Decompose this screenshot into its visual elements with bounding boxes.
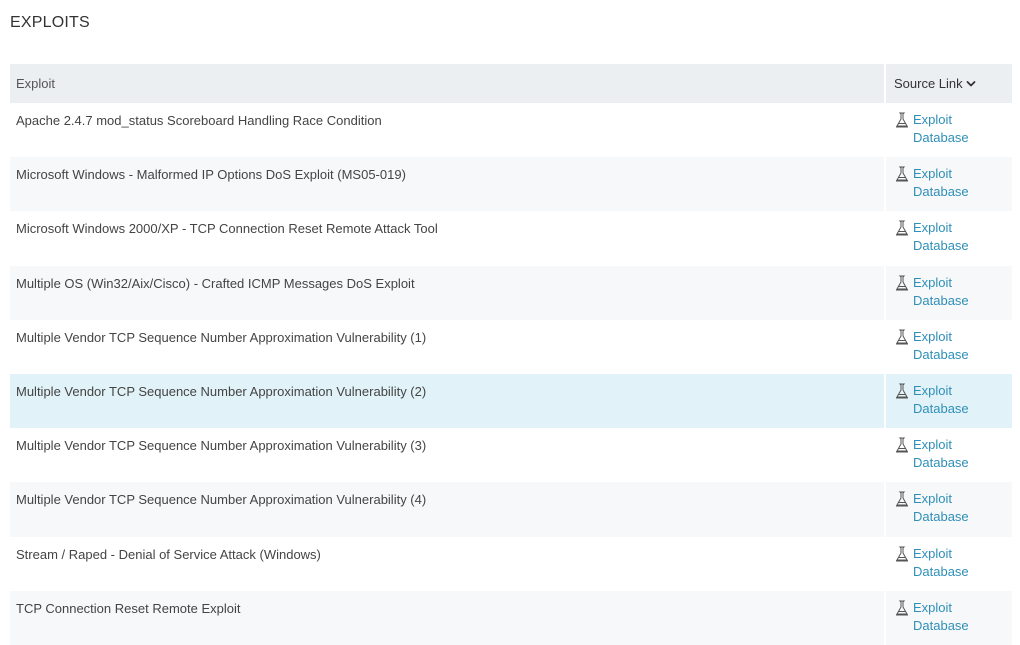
source-link-cell: Exploit Database	[884, 428, 1012, 483]
source-link-cell: Exploit Database	[884, 265, 1012, 320]
exploit-db-bug-icon	[896, 600, 908, 616]
source-link[interactable]: Exploit Database	[913, 274, 993, 310]
source-link[interactable]: Exploit Database	[913, 382, 993, 418]
table-row[interactable]: Multiple Vendor TCP Sequence Number Appr…	[10, 482, 1012, 537]
table-row[interactable]: TCP Connection Reset Remote Exploit Expl…	[10, 590, 1012, 645]
table-row[interactable]: Microsoft Windows - Malformed IP Options…	[10, 157, 1012, 212]
column-header-source-link-label: Source Link	[894, 76, 963, 91]
source-link-cell: Exploit Database	[884, 103, 1012, 158]
exploit-name: Multiple Vendor TCP Sequence Number Appr…	[16, 329, 427, 345]
table-row[interactable]: Multiple Vendor TCP Sequence Number Appr…	[10, 428, 1012, 483]
source-link[interactable]: Exploit Database	[913, 599, 993, 635]
table-header: Exploit Source Link	[10, 64, 1012, 103]
exploit-db-bug-icon	[896, 437, 908, 453]
source-link-cell: Exploit Database	[884, 590, 1012, 645]
source-link[interactable]: Exploit Database	[913, 545, 993, 581]
exploit-db-bug-icon	[896, 275, 908, 291]
table-row[interactable]: Stream / Raped - Denial of Service Attac…	[10, 536, 1012, 591]
exploit-db-bug-icon	[896, 166, 908, 182]
exploit-db-bug-icon	[896, 112, 908, 128]
table-row-selected[interactable]: Multiple Vendor TCP Sequence Number Appr…	[10, 373, 1012, 429]
exploit-name: Multiple Vendor TCP Sequence Number Appr…	[16, 438, 427, 454]
exploit-name: Apache 2.4.7 mod_status Scoreboard Handl…	[16, 113, 382, 128]
source-link[interactable]: Exploit Database	[913, 111, 993, 147]
exploit-name: Stream / Raped - Denial of Service Attac…	[16, 546, 321, 562]
table-row[interactable]: Multiple Vendor TCP Sequence Number Appr…	[10, 319, 1012, 374]
exploit-name: Microsoft Windows - Malformed IP Options…	[16, 167, 406, 183]
table-row[interactable]: Apache 2.4.7 mod_status Scoreboard Handl…	[10, 103, 1012, 158]
source-link-cell: Exploit Database	[884, 211, 1012, 266]
source-link[interactable]: Exploit Database	[913, 328, 993, 364]
exploit-db-bug-icon	[896, 220, 908, 236]
table-row[interactable]: Microsoft Windows 2000/XP - TCP Connecti…	[10, 211, 1012, 266]
exploit-db-bug-icon	[896, 383, 908, 399]
exploit-db-bug-icon	[896, 491, 908, 507]
source-link[interactable]: Exploit Database	[913, 490, 993, 526]
exploits-table: Exploit Source Link Apache 2.4.7 mod_sta…	[10, 64, 1012, 645]
exploit-db-bug-icon	[896, 546, 908, 561]
column-header-exploit[interactable]: Exploit	[10, 76, 884, 91]
source-link-cell: Exploit Database	[884, 536, 1012, 591]
source-link[interactable]: Exploit Database	[913, 436, 993, 472]
source-link-cell: Exploit Database	[884, 319, 1012, 374]
column-header-source-link[interactable]: Source Link	[884, 64, 1012, 103]
exploit-name: Multiple Vendor TCP Sequence Number Appr…	[16, 383, 427, 399]
exploit-name: Microsoft Windows 2000/XP - TCP Connecti…	[16, 221, 438, 237]
chevron-down-icon[interactable]	[966, 79, 976, 89]
source-link-cell: Exploit Database	[884, 482, 1012, 537]
source-link[interactable]: Exploit Database	[913, 165, 993, 201]
exploit-name: TCP Connection Reset Remote Exploit	[16, 600, 241, 616]
table-row[interactable]: Multiple OS (Win32/Aix/Cisco) - Crafted …	[10, 265, 1012, 320]
source-link[interactable]: Exploit Database	[913, 219, 993, 255]
exploit-name: Multiple Vendor TCP Sequence Number Appr…	[16, 492, 427, 508]
section-title: EXPLOITS	[10, 14, 90, 31]
source-link-cell: Exploit Database	[884, 373, 1012, 429]
exploit-db-bug-icon	[896, 329, 908, 345]
exploit-name: Multiple OS (Win32/Aix/Cisco) - Crafted …	[16, 275, 415, 291]
source-link-cell: Exploit Database	[884, 157, 1012, 212]
